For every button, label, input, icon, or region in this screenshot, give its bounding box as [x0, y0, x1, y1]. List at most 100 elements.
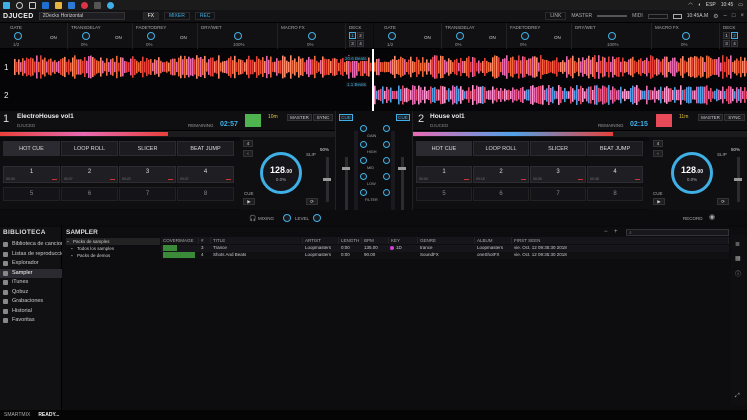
tree-item[interactable]: ▪ Todos los samples	[70, 245, 164, 252]
deck2-padmode-hot-cue[interactable]: HOT CUE	[416, 141, 472, 156]
tab-mixer[interactable]: MIXER	[163, 12, 190, 20]
deck1-hotcue-delete-icon[interactable]	[110, 179, 115, 180]
tab-rec[interactable]: REC	[194, 12, 216, 20]
master-volume-slider[interactable]	[597, 15, 628, 17]
deck2-master-button[interactable]: MASTER	[698, 114, 723, 121]
search-input[interactable]: ⌕	[626, 229, 729, 236]
mixer-gain-knob-2[interactable]	[383, 125, 390, 132]
mixer-high-knob-2[interactable]	[383, 141, 390, 148]
deck2-padmode-beat-jump[interactable]: BEAT JUMP	[587, 141, 643, 156]
fx-on-left-1[interactable]: ON	[115, 35, 122, 40]
app-icon[interactable]	[94, 1, 101, 9]
deck1-sync-button[interactable]: SYNC	[313, 114, 333, 121]
channel2-fader[interactable]	[398, 157, 406, 217]
deck2-hotcue-pad-4[interactable]: 4 00:45	[587, 166, 643, 183]
column-header-bpm[interactable]: BPM	[362, 237, 389, 244]
deck2-hotcue-delete-icon[interactable]	[578, 179, 583, 180]
sidebar-item-listas-de-reproducción[interactable]: Listas de reproducción	[0, 250, 62, 259]
deck2-hotcue-delete-icon[interactable]	[521, 179, 526, 180]
deck1-hotcue-delete-icon[interactable]	[226, 179, 231, 180]
deck1-hotcue-pad-4[interactable]: 4 00:07	[177, 166, 234, 183]
fx-deck-left-2[interactable]: 2	[357, 32, 364, 39]
fx-knob-left-1[interactable]	[82, 32, 90, 40]
deck2-hotcue-delete-icon[interactable]	[464, 179, 469, 180]
search-icon[interactable]	[16, 1, 23, 9]
column-header-firstseen[interactable]: FIRST SEEN	[512, 237, 729, 244]
notification-icon[interactable]: ▭	[738, 2, 743, 8]
fx-deck-right-2[interactable]: 2	[731, 32, 738, 39]
fx-deck-right-1[interactable]: 1	[723, 32, 730, 39]
windows-start-icon[interactable]	[3, 1, 10, 9]
tab-fx[interactable]: FX	[142, 12, 159, 20]
deck1-padmode-hot-cue[interactable]: HOT CUE	[3, 141, 60, 156]
fx-on-right-0[interactable]: ON	[424, 35, 431, 40]
deck1-hotcue-delete-icon[interactable]	[52, 179, 57, 180]
deck1-slip-label[interactable]: SLIP	[306, 152, 316, 157]
mixer-filter-knob-2[interactable]	[383, 189, 390, 196]
mail-icon[interactable]	[68, 1, 75, 9]
deck1-padmode-slicer[interactable]: SLICER	[119, 141, 176, 156]
deck2-pad-7[interactable]: 7	[530, 187, 586, 201]
column-header-coverimage[interactable]: COVERIMAGE	[161, 237, 199, 244]
smartmix-label[interactable]: SMARTMIX	[4, 412, 30, 418]
fx-knob-right-0[interactable]	[388, 32, 396, 40]
sidebar-item-itunes[interactable]: iTunes	[0, 278, 62, 287]
deck1-pad-8[interactable]: 8	[177, 187, 234, 201]
mixer-low-knob-1[interactable]	[360, 173, 367, 180]
deck1-loop-half[interactable]: ‹	[243, 150, 253, 157]
minimize-icon[interactable]: –	[724, 13, 727, 19]
deck1-padmode-loop-roll[interactable]: LOOP ROLL	[61, 141, 118, 156]
mixer-mid-knob-1[interactable]	[360, 157, 367, 164]
sidebar-item-favoritas[interactable]: Favoritas	[0, 316, 62, 325]
maximize-icon[interactable]: □	[732, 13, 736, 19]
deck2-play-button[interactable]: ▶	[653, 198, 665, 205]
column-header-title[interactable]: TITLE	[211, 237, 303, 244]
tool-info-icon[interactable]: ⓘ	[735, 269, 741, 278]
fx-deck-left-3[interactable]: 3	[349, 40, 356, 47]
browser-icon[interactable]	[42, 1, 49, 9]
deck2-hotcue-pad-3[interactable]: 3 00:30	[530, 166, 586, 183]
mixing-knob[interactable]	[283, 214, 291, 222]
deck1-loop-size[interactable]: 4	[243, 140, 253, 147]
deck1-pitch-fader[interactable]	[323, 157, 331, 202]
volume-icon[interactable]: ◖	[698, 2, 701, 8]
deck2-pitch-fader[interactable]	[734, 157, 742, 202]
fx-knob-right-4[interactable]	[682, 32, 690, 40]
deck2-sync-icon[interactable]: ⟳	[717, 198, 729, 205]
fx-knob-left-2[interactable]	[147, 32, 155, 40]
deck1-hotcue-pad-2[interactable]: 2 00:07	[61, 166, 118, 183]
headphone-icon[interactable]: 🎧	[249, 215, 256, 222]
record-icon[interactable]: ◉	[709, 213, 715, 221]
mixer-cue-right[interactable]: CUE	[396, 114, 410, 121]
tree-item[interactable]: ▪ Packs de samples	[66, 238, 160, 245]
deck2-loop-half[interactable]: ‹	[653, 150, 663, 157]
deck2-padmode-loop-roll[interactable]: LOOP ROLL	[473, 141, 529, 156]
tool-layers-icon[interactable]: ≣	[735, 241, 740, 248]
deck2-slip-label[interactable]: SLIP	[717, 152, 727, 157]
tray-clock[interactable]: 10:45	[721, 2, 734, 8]
column-header-artist[interactable]: ARTIST	[303, 237, 339, 244]
layout-select[interactable]: 2Decks Horizontal	[38, 12, 125, 20]
column-header-album[interactable]: ALBUM	[475, 237, 512, 244]
deck2-pad-8[interactable]: 8	[587, 187, 643, 201]
deck1-jogwheel[interactable]: 128.00 0.0%	[260, 152, 302, 194]
chrome-icon[interactable]	[81, 1, 88, 9]
sidebar-item-biblioteca-de-canciones[interactable]: Biblioteca de canciones	[0, 240, 62, 249]
fx-knob-left-0[interactable]	[14, 32, 22, 40]
deck1-pad-7[interactable]: 7	[119, 187, 176, 201]
deck2-hotcue-delete-icon[interactable]	[635, 179, 640, 180]
fx-knob-left-3[interactable]	[234, 32, 242, 40]
table-row[interactable]: 3 Trance Loopmasters 0:00 135.00 1D trance Loop…	[161, 245, 729, 252]
table-row[interactable]: 4 Shots And Beats Loopmasters 0:00 90.00 Soun…	[161, 252, 729, 259]
column-header-genre[interactable]: GENRE	[418, 237, 475, 244]
close-icon[interactable]: ×	[740, 13, 744, 19]
fx-deck-right-3[interactable]: 3	[723, 40, 730, 47]
fx-knob-right-1[interactable]	[456, 32, 464, 40]
djuced-taskbar-icon[interactable]	[107, 1, 114, 9]
deck2-pad-6[interactable]: 6	[473, 187, 529, 201]
tree-item[interactable]: ▪ Packs de demos	[70, 252, 164, 259]
deck1-pad-6[interactable]: 6	[61, 187, 118, 201]
channel1-fader[interactable]	[342, 157, 350, 217]
deck2-loop-size[interactable]: 4	[653, 140, 663, 147]
fx-on-left-2[interactable]: ON	[180, 35, 187, 40]
